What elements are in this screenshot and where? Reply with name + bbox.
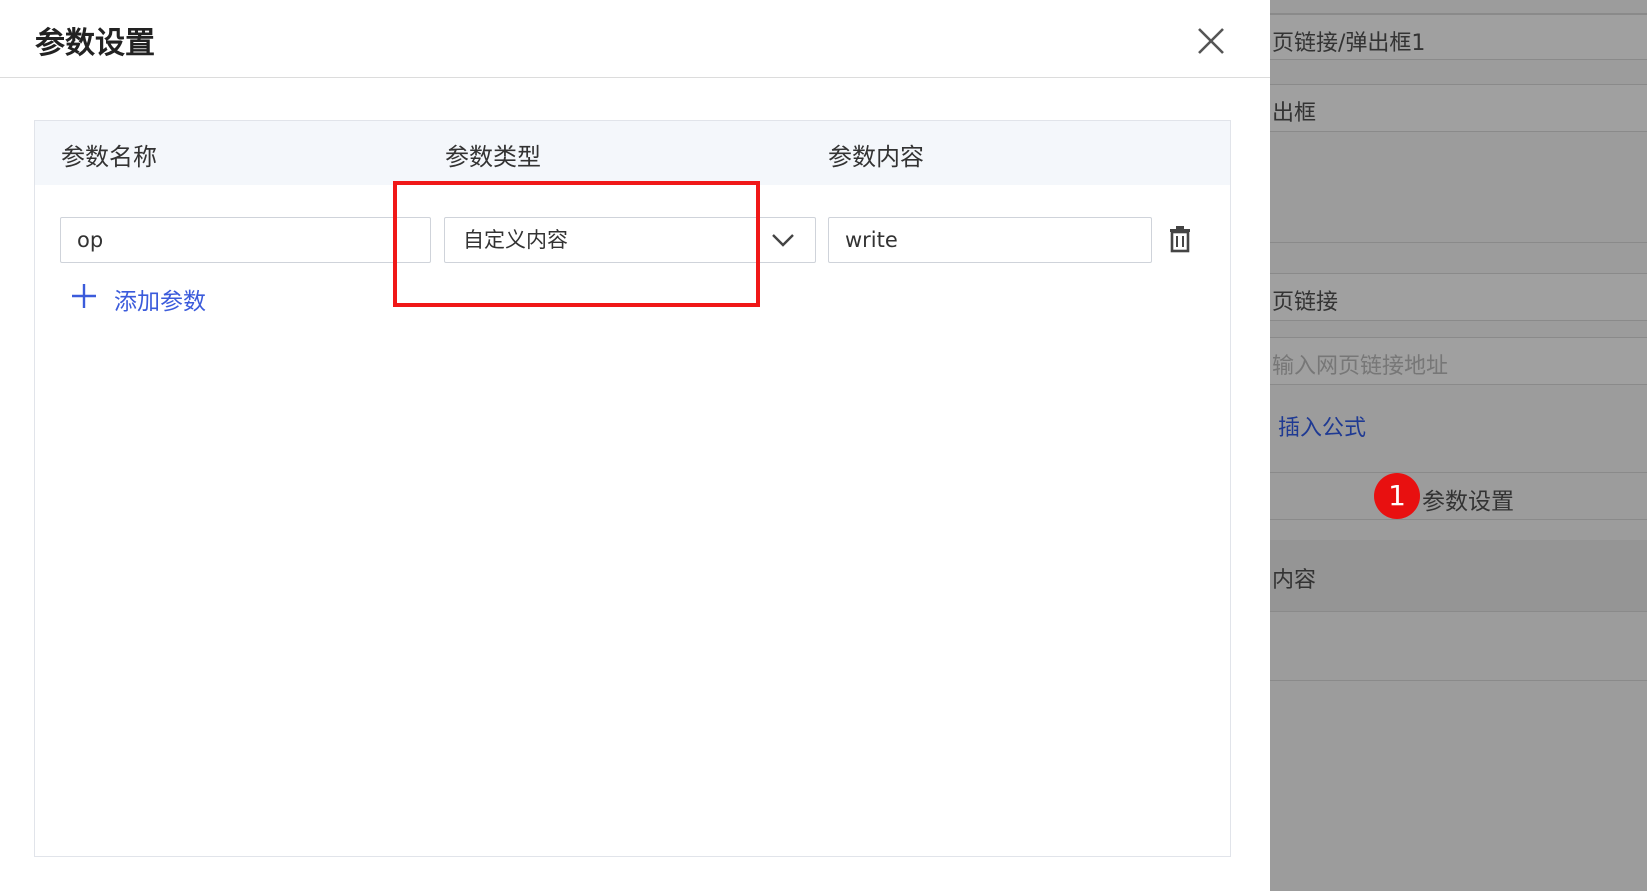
- column-header-content: 参数内容: [828, 143, 924, 171]
- param-settings-dialog: 参数设置 参数名称 参数类型 参数内容 op 自定义内容 write 添加参数: [0, 0, 1270, 891]
- bg-row-popup: 出框: [1270, 84, 1647, 132]
- dialog-header: 参数设置: [0, 0, 1270, 78]
- table-header: 参数名称 参数类型 参数内容: [35, 121, 1230, 185]
- add-param-label: 添加参数: [114, 289, 206, 315]
- trash-icon[interactable]: [1168, 225, 1192, 257]
- column-header-name: 参数名称: [61, 143, 157, 171]
- bg-row-content: 内容: [1270, 540, 1647, 612]
- background-panel: 页链接/弹出框1 出框 页链接 输入网页链接地址 插入公式 1 参数设置 内容: [1270, 0, 1647, 891]
- bg-item-link: 页链接: [1272, 290, 1339, 315]
- param-content-input[interactable]: write: [828, 217, 1152, 263]
- bg-url-placeholder: 输入网页链接地址: [1272, 354, 1449, 379]
- param-name-input[interactable]: op: [60, 217, 431, 263]
- step-badge: 1: [1374, 473, 1420, 519]
- bg-divider: [1270, 242, 1647, 243]
- bg-item-link-popup: 页链接/弹出框1: [1272, 31, 1426, 56]
- plus-icon: [69, 281, 99, 317]
- column-header-type: 参数类型: [445, 143, 541, 171]
- bg-url-input: 输入网页链接地址: [1270, 337, 1647, 385]
- bg-insert-formula-link: 插入公式: [1278, 416, 1367, 441]
- bg-row-link: 页链接: [1270, 273, 1647, 321]
- dialog-title: 参数设置: [35, 26, 155, 61]
- param-type-select[interactable]: 自定义内容: [444, 217, 816, 263]
- bg-divider: [1270, 680, 1647, 681]
- chevron-down-icon[interactable]: [768, 225, 798, 259]
- param-table: 参数名称 参数类型 参数内容 op 自定义内容 write 添加参数: [34, 120, 1231, 857]
- bg-row-link-popup: 页链接/弹出框1: [1270, 14, 1647, 60]
- close-icon[interactable]: [1192, 22, 1230, 60]
- bg-item-content: 内容: [1272, 568, 1317, 593]
- bg-item-popup: 出框: [1272, 101, 1317, 126]
- param-type-value: 自定义内容: [463, 228, 568, 252]
- bg-divider: [1270, 0, 1647, 14]
- bg-param-settings-label: 参数设置: [1422, 489, 1514, 515]
